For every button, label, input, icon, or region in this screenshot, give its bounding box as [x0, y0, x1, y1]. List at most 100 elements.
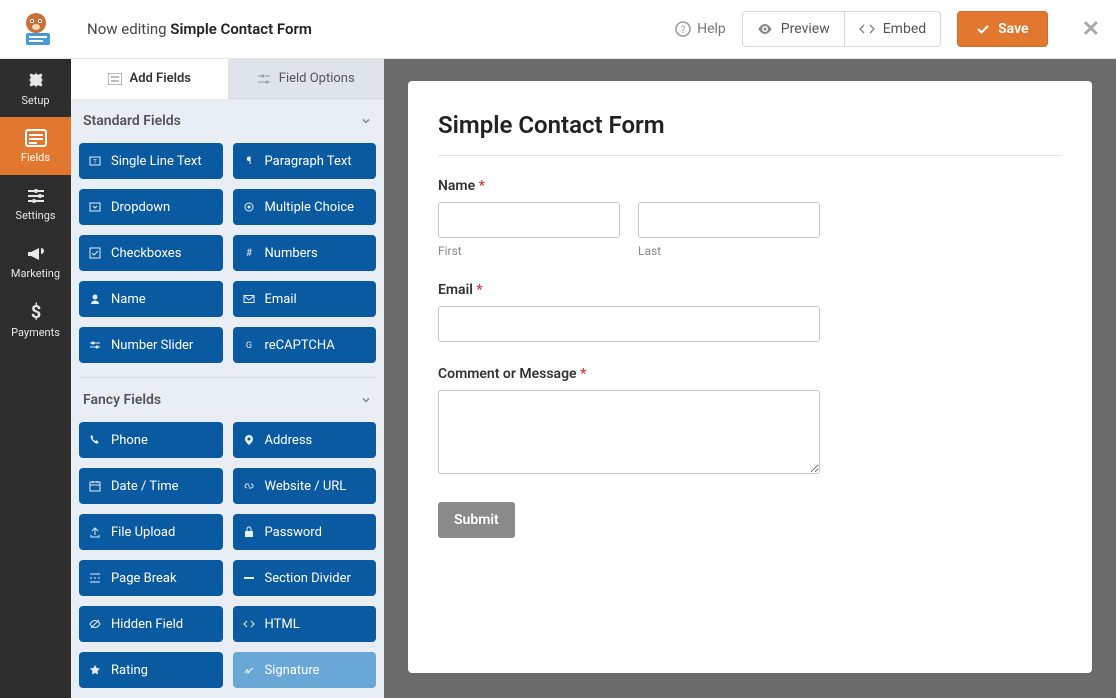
mail-icon [243, 293, 255, 305]
field-dropdown[interactable]: Dropdown [79, 189, 223, 225]
group-title: Standard Fields [83, 113, 181, 129]
message-textarea[interactable] [438, 390, 820, 474]
cal-icon [89, 480, 101, 492]
nav-setup-label: Setup [21, 94, 49, 107]
embed-label: Embed [883, 21, 926, 37]
pagebreak-icon [89, 572, 101, 584]
field-website-url[interactable]: Website / URL [233, 468, 377, 504]
field-phone[interactable]: Phone [79, 422, 223, 458]
recaptcha-icon: G [243, 339, 255, 351]
field-label: Email [265, 292, 297, 307]
field-label: Checkboxes [111, 246, 181, 261]
field-numbers[interactable]: #Numbers [233, 235, 377, 271]
email-input[interactable] [438, 306, 820, 342]
embed-button[interactable]: Embed [845, 11, 941, 47]
chevron-down-icon [360, 394, 372, 406]
app-header: Now editing Simple Contact Form ? Help P… [0, 0, 1116, 59]
field-recaptcha[interactable]: GreCAPTCHA [233, 327, 377, 363]
field-label: Page Break [111, 571, 177, 586]
tab-add-fields[interactable]: Add Fields [71, 59, 228, 99]
sliders-icon [26, 187, 46, 205]
field-options-icon [257, 73, 271, 85]
field-label: Single Line Text [111, 154, 202, 169]
field-label: Paragraph Text [265, 154, 352, 169]
hidden-icon [89, 618, 101, 630]
field-checkboxes[interactable]: Checkboxes [79, 235, 223, 271]
vertical-nav: Setup Fields Settings Marketing $ Paymen… [0, 59, 71, 698]
close-icon[interactable]: ✕ [1082, 17, 1100, 42]
help-link[interactable]: ? Help [675, 21, 726, 37]
nav-settings[interactable]: Settings [0, 175, 71, 233]
megaphone-icon [26, 245, 46, 263]
message-label: Comment or Message * [438, 366, 1062, 382]
help-icon: ? [675, 21, 691, 37]
tab-field-options[interactable]: Field Options [228, 59, 385, 99]
choice-icon [243, 201, 255, 213]
field-html[interactable]: HTML [233, 606, 377, 642]
field-label: HTML [265, 617, 300, 632]
save-button[interactable]: Save [957, 11, 1047, 47]
name-label: Name * [438, 178, 1062, 194]
nav-marketing[interactable]: Marketing [0, 233, 71, 291]
tab-add-fields-label: Add Fields [130, 71, 191, 86]
field-paragraph-text[interactable]: ¶ Paragraph Text [233, 143, 377, 179]
form-title: Simple Contact Form [438, 111, 1062, 156]
dropdown-icon [89, 201, 101, 213]
field-name[interactable]: Name * First Last [438, 178, 1062, 258]
field-section-divider[interactable]: Section Divider [233, 560, 377, 596]
field-label: Password [265, 525, 322, 540]
field-label: Address [265, 433, 313, 448]
field-label: Name [111, 292, 146, 307]
submit-button[interactable]: Submit [438, 502, 515, 538]
svg-text:?: ? [681, 25, 686, 36]
field-label: Number Slider [111, 338, 193, 353]
field-address[interactable]: Address [233, 422, 377, 458]
field-email[interactable]: Email [233, 281, 377, 317]
check-icon [89, 247, 101, 259]
field-multiple-choice[interactable]: Multiple Choice [233, 189, 377, 225]
star-icon [89, 664, 101, 676]
field-label: reCAPTCHA [265, 338, 335, 353]
first-name-input[interactable] [438, 202, 620, 238]
field-name[interactable]: Name [79, 281, 223, 317]
last-name-input[interactable] [638, 202, 820, 238]
fields-panel: Add Fields Field Options Standard Fields… [71, 59, 384, 698]
submit-label: Submit [454, 512, 499, 528]
field-label: Hidden Field [111, 617, 183, 632]
user-icon [89, 293, 101, 305]
nav-payments[interactable]: $ Payments [0, 291, 71, 349]
eye-icon [757, 21, 773, 37]
field-message[interactable]: Comment or Message * [438, 366, 1062, 478]
upload-icon [89, 526, 101, 538]
nav-payments-label: Payments [11, 326, 60, 339]
field-hidden-field[interactable]: Hidden Field [79, 606, 223, 642]
field-page-break[interactable]: Page Break [79, 560, 223, 596]
nav-fields[interactable]: Fields [0, 117, 71, 175]
nav-setup[interactable]: Setup [0, 59, 71, 117]
field-number-slider[interactable]: Number Slider [79, 327, 223, 363]
field-single-line-text[interactable]: T Single Line Text [79, 143, 223, 179]
gear-icon [26, 70, 46, 90]
preview-button[interactable]: Preview [742, 11, 845, 47]
text-icon: T [89, 155, 101, 167]
field-email[interactable]: Email * [438, 282, 1062, 342]
required-mark: * [476, 282, 482, 298]
field-date-time[interactable]: Date / Time [79, 468, 223, 504]
field-password[interactable]: Password [233, 514, 377, 550]
form-card: Simple Contact Form Name * First Last [408, 81, 1092, 673]
add-fields-icon [108, 73, 122, 85]
group-head-fancy-fields[interactable]: Fancy Fields [79, 377, 376, 418]
field-file-upload[interactable]: File Upload [79, 514, 223, 550]
chevron-down-icon [360, 115, 372, 127]
form-icon [25, 129, 47, 147]
embed-icon [859, 21, 875, 37]
sign-icon [243, 664, 255, 676]
field-label: Website / URL [265, 479, 347, 494]
para-icon: ¶ [243, 155, 255, 167]
field-rating[interactable]: Rating [79, 652, 223, 688]
group-head-standard-fields[interactable]: Standard Fields [79, 99, 376, 139]
field-signature[interactable]: Signature [233, 652, 377, 688]
link-icon [243, 480, 255, 492]
required-mark: * [580, 366, 586, 382]
editing-text: Now editing Simple Contact Form [87, 20, 312, 38]
